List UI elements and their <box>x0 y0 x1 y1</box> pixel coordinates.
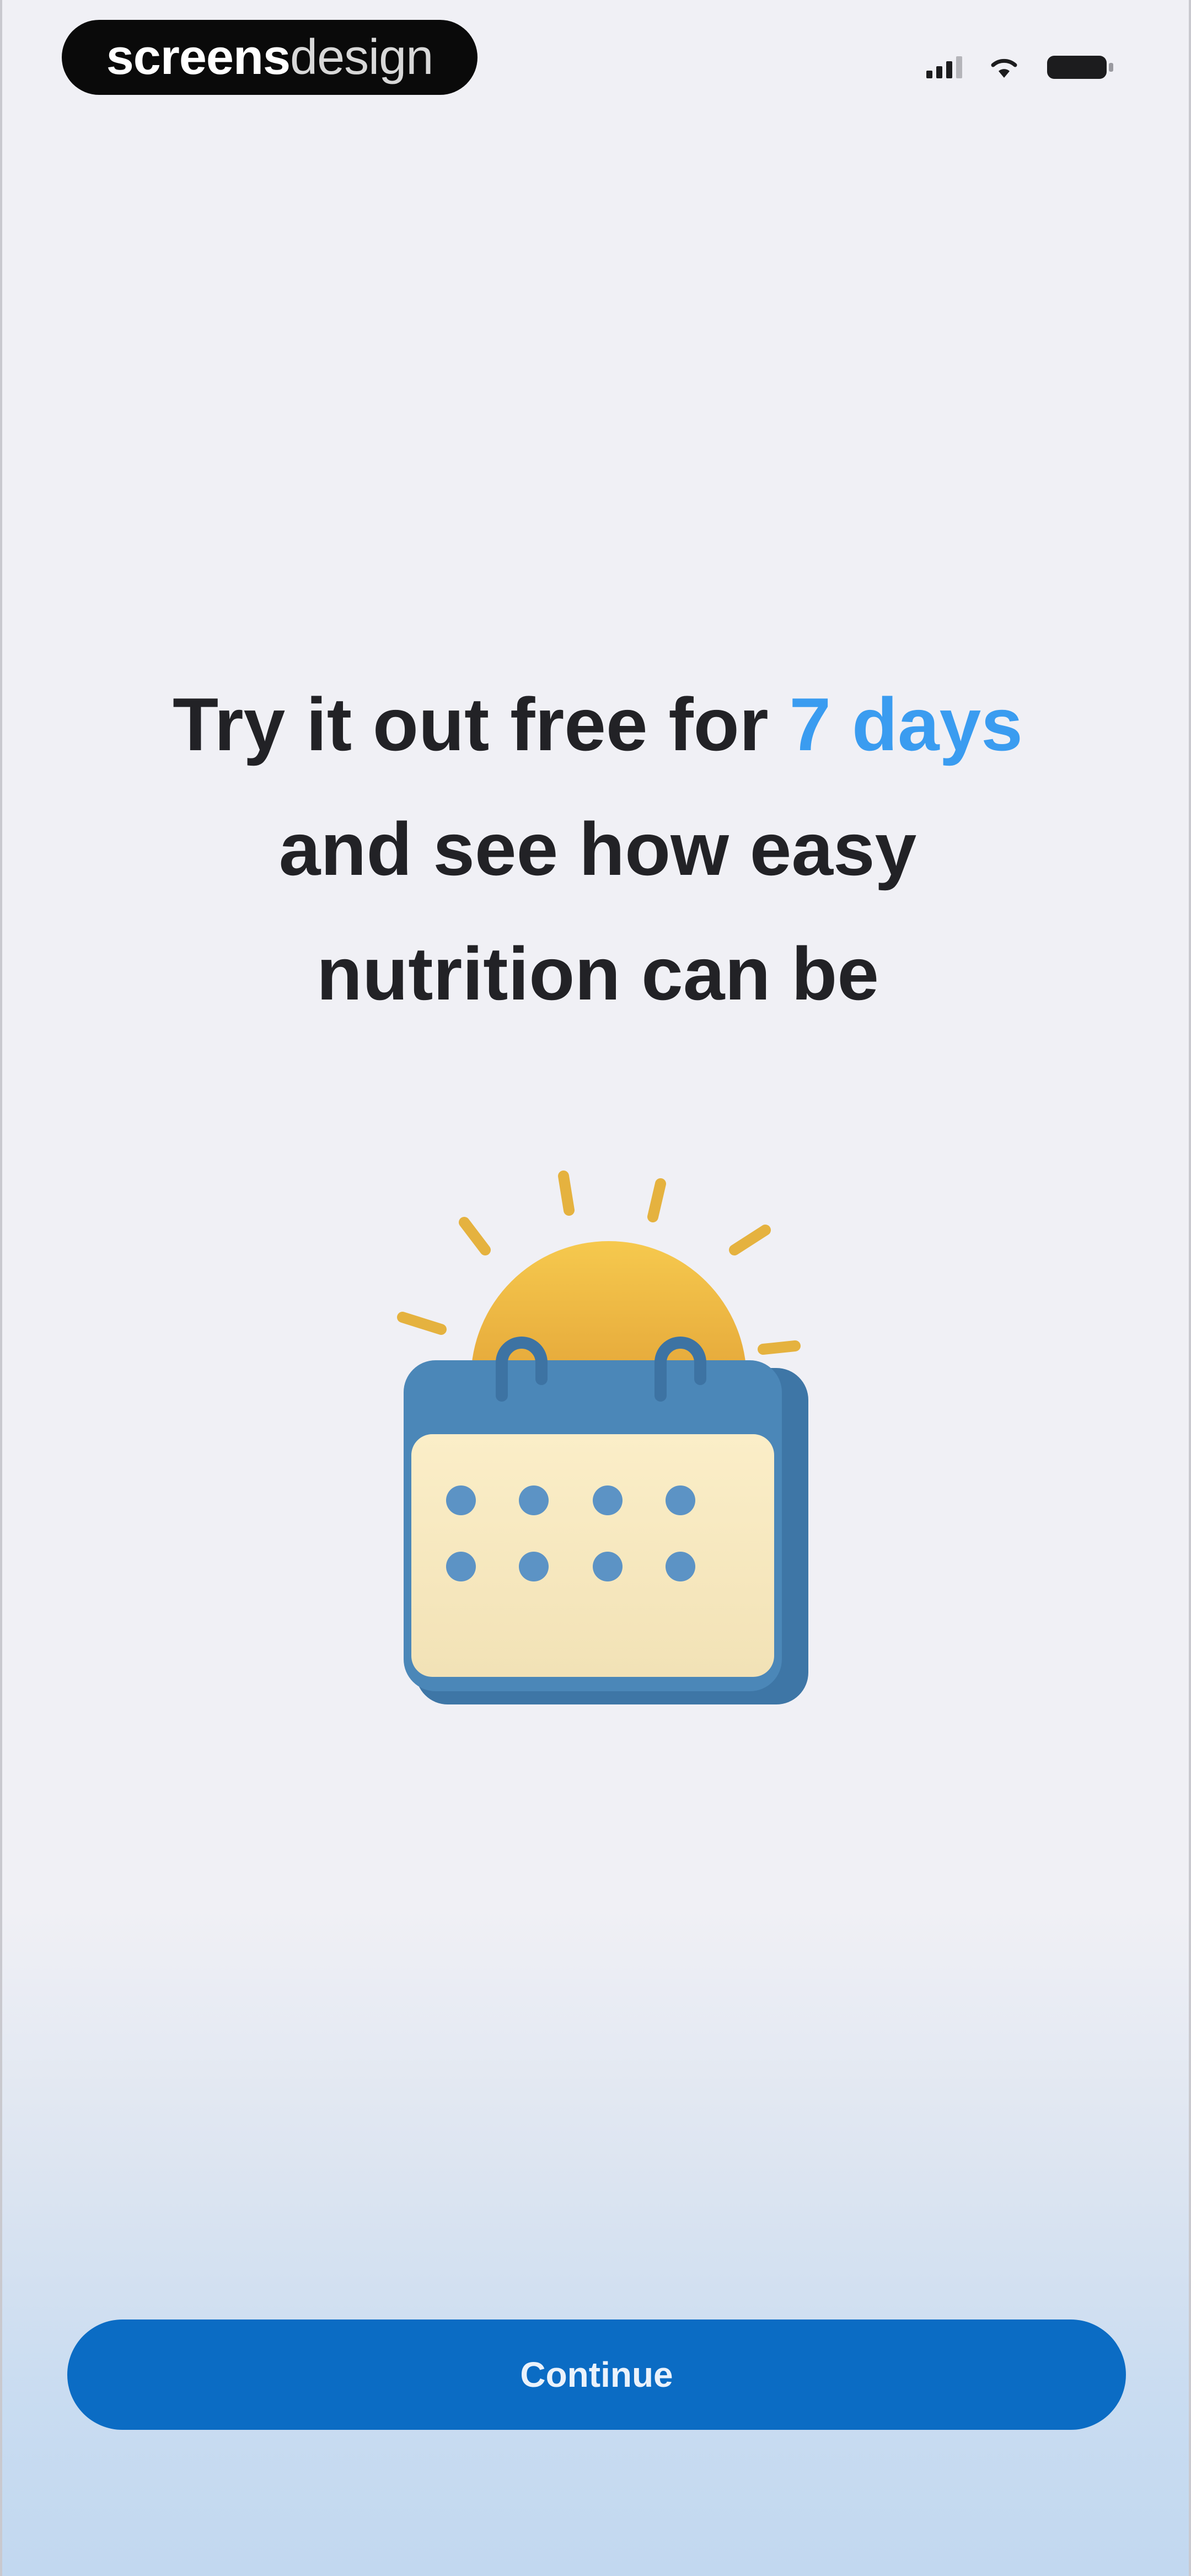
screensdesign-watermark: screens design <box>62 20 478 95</box>
headline-prefix: Try it out free for <box>173 682 790 766</box>
headline: Try it out free for 7 days and see how e… <box>2 662 1189 1036</box>
watermark-bold: screens <box>106 29 291 85</box>
headline-line-3: nutrition can be <box>316 932 879 1016</box>
headline-line-1: Try it out free for 7 days <box>2 662 1189 787</box>
wifi-icon <box>991 58 1017 78</box>
trial-length: 7 days <box>789 682 1023 766</box>
onboarding-screen: screens design Try it out free for 7 days… <box>0 0 1191 2576</box>
status-bar-icons <box>926 51 1114 84</box>
headline-line-2: and see how easy <box>278 807 917 891</box>
cellular-signal-icon <box>926 56 962 78</box>
battery-icon <box>1047 56 1113 79</box>
continue-button[interactable]: Continue <box>67 2320 1126 2430</box>
calendar-with-sun-icon <box>397 1171 808 1704</box>
watermark-light: design <box>290 29 433 85</box>
